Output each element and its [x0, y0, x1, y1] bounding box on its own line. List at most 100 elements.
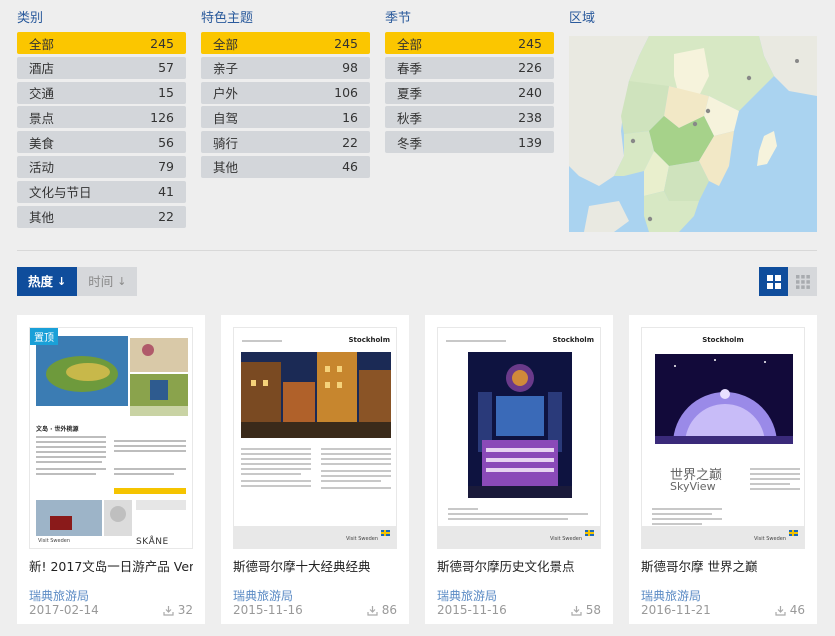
region-map[interactable]: [569, 36, 817, 232]
download-count-value: 46: [789, 603, 805, 617]
filter-item-count: 139: [518, 134, 542, 150]
large-grid-view-button[interactable]: [759, 267, 788, 296]
old-city-photo: [241, 352, 391, 438]
download-count-value: 32: [177, 603, 193, 617]
card-publisher-link[interactable]: 瑞典旅游局: [29, 587, 89, 604]
grid-large-icon: [766, 274, 781, 289]
filter-item-count: 245: [150, 35, 174, 51]
filter-panel: 类别 全部 245 酒店 57 交通 15 景点 126 美食 56 活动 79 文化与节日 41 其他 22…: [0, 0, 835, 250]
filter-item-label: 其他: [213, 160, 239, 176]
season-filter-item[interactable]: 春季 226: [385, 56, 554, 79]
theme-filter-item[interactable]: 亲子 98: [201, 56, 370, 79]
skyview-photo: [655, 354, 793, 444]
document-card[interactable]: Stockholm 世界之巅 SkyView Visit Sweden 斯德哥尔…: [629, 315, 817, 624]
card-date: 2017-02-14: [29, 603, 99, 617]
filter-item-label: 活动: [29, 160, 55, 176]
filter-item-label: 亲子: [213, 61, 239, 77]
card-date: 2016-11-21: [641, 603, 711, 617]
sort-by-time-button[interactable]: 时间 ↓: [77, 267, 138, 296]
category-filter-item[interactable]: 美食 56: [17, 131, 186, 154]
theme-filter-item[interactable]: 户外 106: [201, 81, 370, 104]
card-date: 2015-11-16: [437, 603, 507, 617]
card-title[interactable]: 新! 2017文岛一日游产品 Ven: [29, 556, 193, 575]
season-filter-item[interactable]: 秋季 238: [385, 106, 554, 129]
category-filter-item[interactable]: 活动 79: [17, 155, 186, 178]
sort-by-popularity-button[interactable]: 热度 ↓: [17, 267, 78, 296]
ven-brochure-image: [36, 336, 188, 536]
theme-filter-item[interactable]: 其他 46: [201, 155, 370, 178]
filter-item-count: 57: [158, 60, 174, 76]
stockholm-logo: Stockholm: [552, 336, 595, 344]
skane-logo: SKÅNE: [136, 537, 169, 547]
download-count-value: 58: [585, 603, 601, 617]
card-publisher-link[interactable]: 瑞典旅游局: [437, 587, 497, 604]
category-filter-item[interactable]: 全部 245: [17, 32, 186, 54]
sort-bar: 热度 ↓ 时间 ↓: [17, 267, 138, 296]
category-filter-item[interactable]: 景点 126: [17, 106, 186, 129]
category-filter-item[interactable]: 其他 22: [17, 205, 186, 228]
thumb-line: [446, 340, 506, 342]
filter-item-label: 景点: [29, 110, 55, 126]
skyview-en-title: SkyView: [670, 480, 716, 493]
stockholm-logo: Stockholm: [348, 336, 391, 344]
filter-item-count: 22: [158, 209, 174, 225]
filter-item-count: 126: [150, 109, 174, 125]
filter-item-count: 238: [518, 109, 542, 125]
filter-item-count: 245: [518, 35, 542, 51]
card-date: 2015-11-16: [233, 603, 303, 617]
category-filter-item[interactable]: 交通 15: [17, 81, 186, 104]
section-divider: [17, 250, 817, 251]
season-filter: 季节 全部 245 春季 226 夏季 240 秋季 238 冬季 139: [385, 10, 554, 156]
season-filter-item[interactable]: 夏季 240: [385, 81, 554, 104]
filter-item-count: 16: [342, 109, 358, 125]
filter-item-label: 全部: [397, 36, 423, 52]
filter-item-label: 秋季: [397, 110, 423, 126]
document-thumbnail[interactable]: Stockholm 世界之巅 SkyView Visit Sweden: [641, 327, 805, 549]
filter-item-label: 美食: [29, 135, 55, 151]
theme-filter-title: 特色主题: [201, 11, 254, 26]
season-filter-item[interactable]: 全部 245: [385, 32, 554, 54]
filter-item-count: 240: [518, 85, 542, 101]
card-publisher-link[interactable]: 瑞典旅游局: [641, 587, 701, 604]
caption-lines: [448, 508, 588, 520]
sweden-map-icon: [569, 36, 817, 232]
category-filter-title: 类别: [17, 11, 44, 26]
season-filter-item[interactable]: 冬季 139: [385, 131, 554, 154]
thumb-line: [242, 340, 282, 342]
filter-item-count: 46: [342, 159, 358, 175]
document-thumbnail[interactable]: Stockholm Visit Sweden: [233, 327, 397, 549]
small-grid-view-button[interactable]: [788, 267, 817, 296]
filter-item-label: 文化与节日: [29, 185, 92, 201]
text-columns-image: [241, 448, 391, 489]
card-title[interactable]: 斯德哥尔摩历史文化景点: [437, 556, 601, 575]
document-thumbnail[interactable]: 文岛 · 世外桃源 Visit Sweden SKÅNE 置顶: [29, 327, 193, 549]
theme-filter-item[interactable]: 自驾 16: [201, 106, 370, 129]
filter-item-label: 夏季: [397, 86, 423, 102]
document-card[interactable]: 文岛 · 世外桃源 Visit Sweden SKÅNE 置顶 新! 2017文…: [17, 315, 205, 624]
category-filter: 类别 全部 245 酒店 57 交通 15 景点 126 美食 56 活动 79 文化与节日 41 其他 22: [17, 10, 186, 230]
visit-sweden-logo: Visit Sweden: [38, 538, 71, 544]
card-publisher-link[interactable]: 瑞典旅游局: [233, 587, 293, 604]
region-filter-title: 区域: [569, 11, 596, 26]
season-filter-title: 季节: [385, 11, 412, 26]
card-title[interactable]: 斯德哥尔摩 世界之巅: [641, 556, 805, 575]
theme-filter-item[interactable]: 骑行 22: [201, 131, 370, 154]
sweden-flag-icon: [381, 530, 390, 536]
visit-sweden-logo: Visit Sweden: [549, 536, 582, 542]
card-title[interactable]: 斯德哥尔摩十大经典经典: [233, 556, 397, 575]
category-filter-item[interactable]: 文化与节日 41: [17, 180, 186, 203]
filter-item-label: 冬季: [397, 135, 423, 151]
arrow-down-icon: ↓: [57, 275, 67, 288]
filter-item-label: 自驾: [213, 110, 239, 126]
theme-filter-item[interactable]: 全部 245: [201, 32, 370, 54]
visit-sweden-logo: Visit Sweden: [345, 536, 378, 542]
document-thumbnail[interactable]: Stockholm Visit Sweden: [437, 327, 601, 549]
theme-filter: 特色主题 全部 245 亲子 98 户外 106 自驾 16 骑行 22 其他 46: [201, 10, 370, 181]
document-card[interactable]: Stockholm Visit Sweden 斯德哥尔摩十大经典经典 瑞典旅游局…: [221, 315, 409, 624]
document-card[interactable]: Stockholm Visit Sweden 斯德哥尔摩历史文化景点 瑞典旅游局…: [425, 315, 613, 624]
filter-item-label: 春季: [397, 61, 423, 77]
category-filter-item[interactable]: 酒店 57: [17, 56, 186, 79]
filter-item-label: 骑行: [213, 135, 239, 151]
filter-item-count: 98: [342, 60, 358, 76]
ven-heading: 文岛 · 世外桃源: [36, 426, 79, 433]
